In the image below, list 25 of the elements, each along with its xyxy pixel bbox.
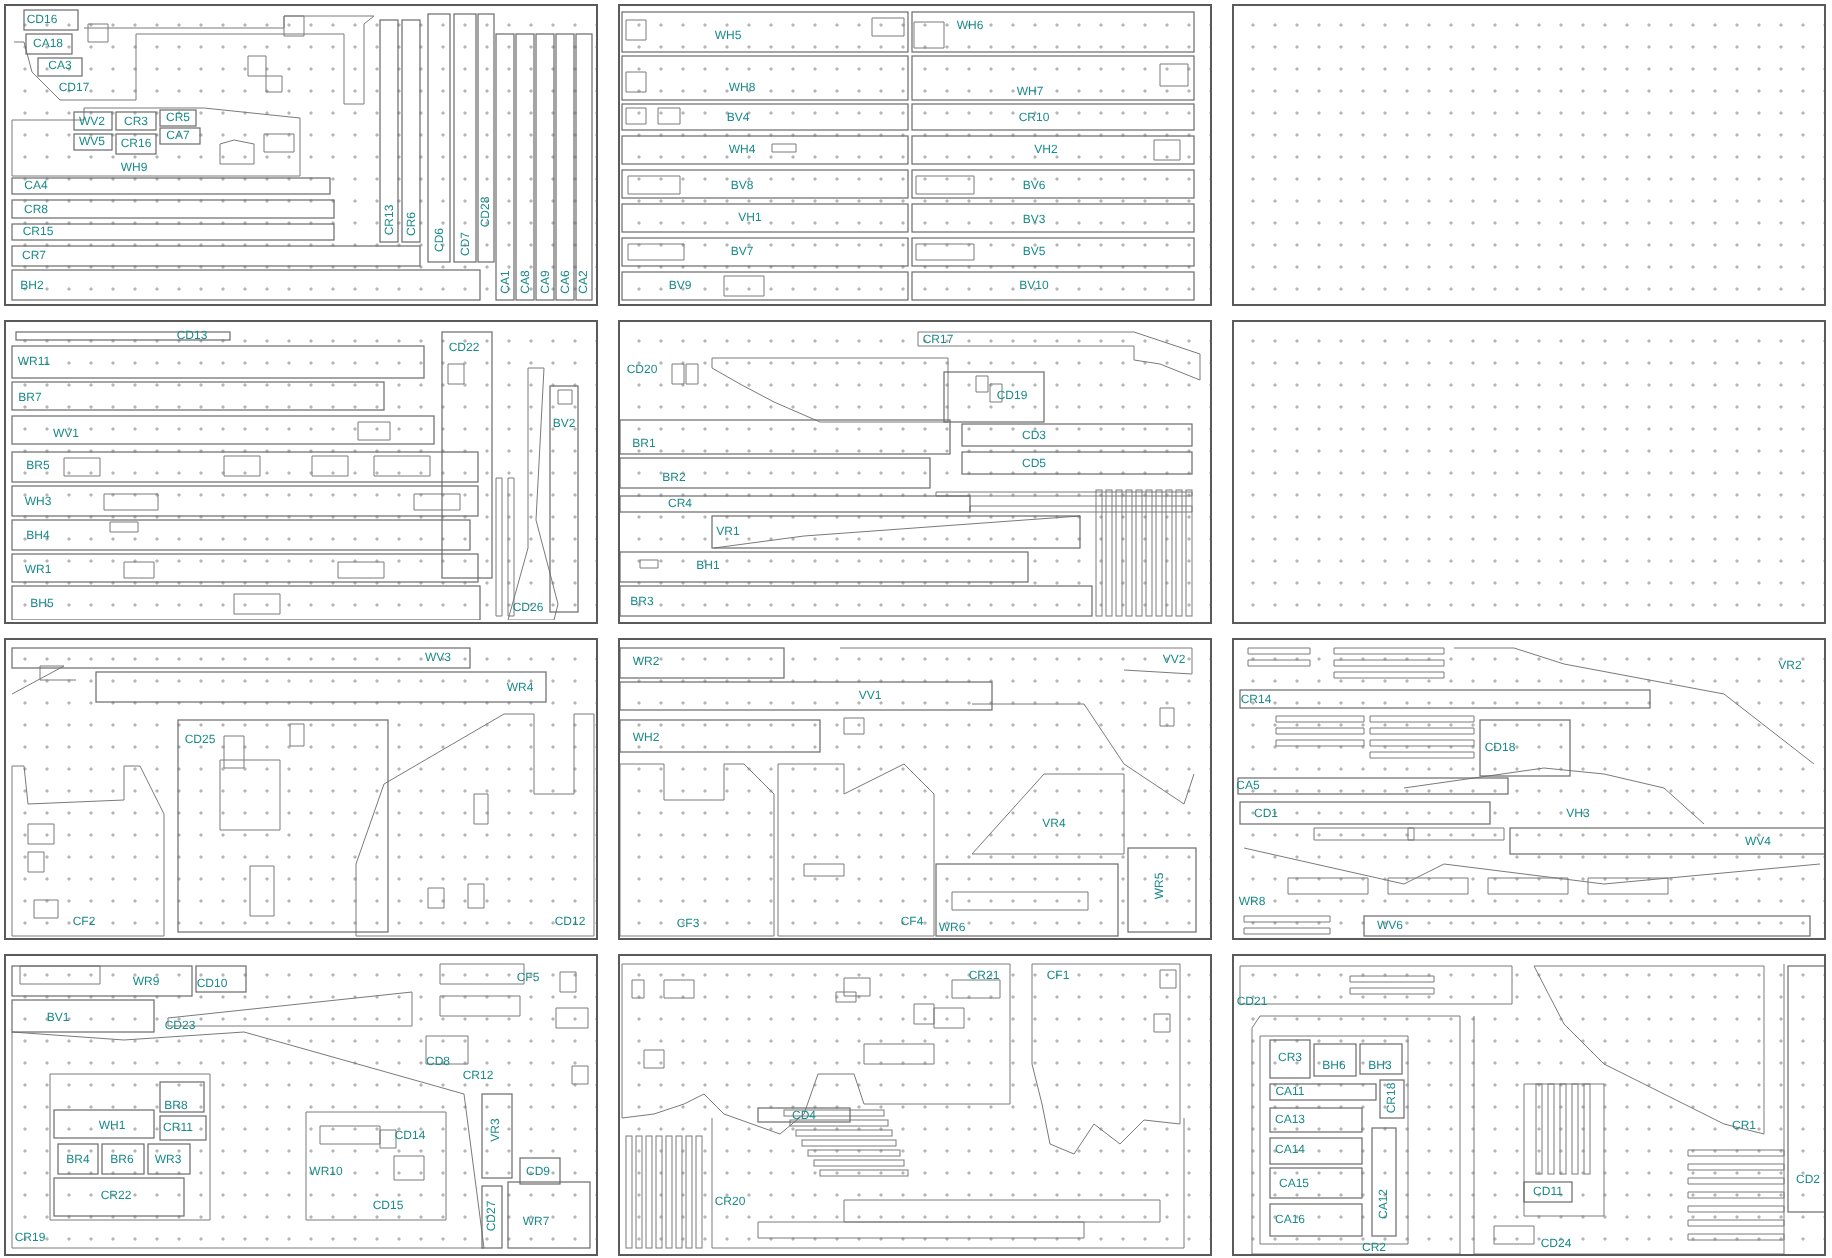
part-outline	[159, 1115, 207, 1141]
part-outline	[757, 1107, 851, 1123]
part-outline	[25, 33, 73, 55]
part-outline	[481, 1185, 503, 1249]
part-outline	[73, 111, 113, 131]
part-outline	[1371, 1127, 1397, 1237]
part-outline	[53, 1109, 155, 1139]
part-outline	[11, 999, 155, 1033]
part-outline	[159, 109, 197, 127]
part-outline	[1269, 1137, 1363, 1165]
part-outline	[1269, 1107, 1363, 1133]
part-outline	[159, 1081, 205, 1113]
part-outline	[1313, 1043, 1357, 1077]
part-outline	[115, 111, 157, 131]
part-outline	[159, 127, 201, 145]
part-outline	[1269, 1203, 1363, 1237]
part-outline	[1127, 847, 1197, 933]
part-outline	[1359, 1043, 1403, 1075]
part-outline	[23, 9, 79, 31]
part-outline	[1269, 1039, 1311, 1079]
part-outline	[1523, 1181, 1573, 1203]
part-outline	[1269, 1167, 1363, 1199]
part-outline	[115, 133, 157, 155]
part-outline	[37, 57, 83, 77]
part-outline	[73, 133, 113, 151]
